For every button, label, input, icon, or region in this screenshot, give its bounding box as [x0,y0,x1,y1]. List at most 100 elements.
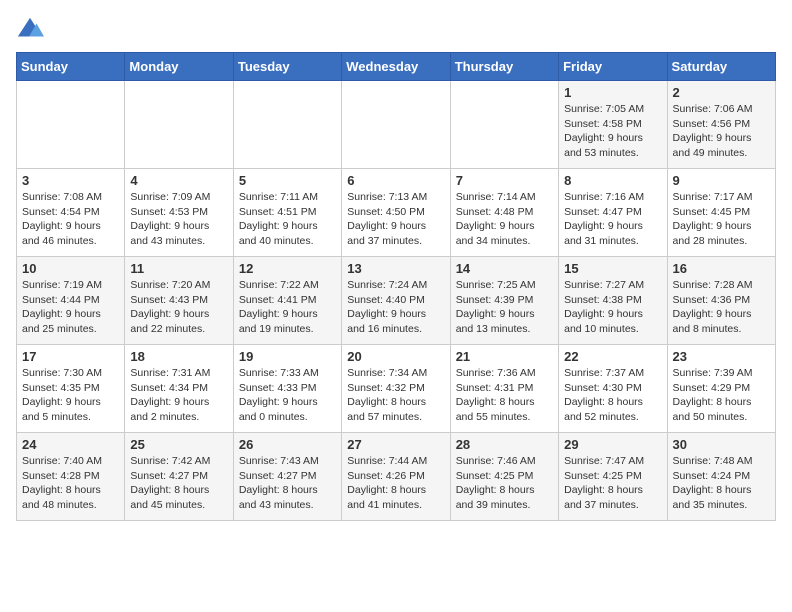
calendar-cell: 2Sunrise: 7:06 AM Sunset: 4:56 PM Daylig… [667,81,775,169]
day-number: 16 [673,261,770,276]
day-info: Sunrise: 7:27 AM Sunset: 4:38 PM Dayligh… [564,278,661,337]
day-info: Sunrise: 7:08 AM Sunset: 4:54 PM Dayligh… [22,190,119,249]
day-info: Sunrise: 7:11 AM Sunset: 4:51 PM Dayligh… [239,190,336,249]
calendar-cell: 4 Sunrise: 7:09 AM Sunset: 4:53 PM Daylig… [125,169,233,257]
day-of-week-header: Monday [125,53,233,81]
calendar-cell: 14 Sunrise: 7:25 AM Sunset: 4:39 PM Dayli… [450,257,558,345]
calendar-cell: 17Sunrise: 7:30 AM Sunset: 4:35 PM Dayli… [17,345,125,433]
calendar-cell [233,81,341,169]
calendar-cell: 11 Sunrise: 7:20 AM Sunset: 4:43 PM Dayli… [125,257,233,345]
day-info: Sunrise: 7:20 AM Sunset: 4:43 PM Dayligh… [130,278,227,337]
calendar-week: 10 Sunrise: 7:19 AM Sunset: 4:44 PM Dayli… [17,257,776,345]
calendar-cell [342,81,450,169]
calendar-week: 24 Sunrise: 7:40 AM Sunset: 4:28 PM Dayli… [17,433,776,521]
day-info: Sunrise: 7:09 AM Sunset: 4:53 PM Dayligh… [130,190,227,249]
day-info: Sunrise: 7:47 AM Sunset: 4:25 PM Dayligh… [564,454,661,513]
day-number: 10 [22,261,119,276]
day-info: Sunrise: 7:42 AM Sunset: 4:27 PM Dayligh… [130,454,227,513]
calendar-cell: 23 Sunrise: 7:39 AM Sunset: 4:29 PM Dayli… [667,345,775,433]
day-info: Sunrise: 7:33 AM Sunset: 4:33 PM Dayligh… [239,366,336,425]
day-info: Sunrise: 7:16 AM Sunset: 4:47 PM Dayligh… [564,190,661,249]
calendar-header: SundayMondayTuesdayWednesdayThursdayFrid… [17,53,776,81]
day-of-week-header: Friday [559,53,667,81]
day-number: 22 [564,349,661,364]
calendar-cell: 13 Sunrise: 7:24 AM Sunset: 4:40 PM Dayli… [342,257,450,345]
day-number: 20 [347,349,444,364]
calendar-cell: 12 Sunrise: 7:22 AM Sunset: 4:41 PM Dayli… [233,257,341,345]
day-number: 12 [239,261,336,276]
day-info: Sunrise: 7:36 AM Sunset: 4:31 PM Dayligh… [456,366,553,425]
calendar-cell: 10 Sunrise: 7:19 AM Sunset: 4:44 PM Dayli… [17,257,125,345]
day-number: 15 [564,261,661,276]
calendar-cell: 16 Sunrise: 7:28 AM Sunset: 4:36 PM Dayli… [667,257,775,345]
day-number: 5 [239,173,336,188]
day-number: 18 [130,349,227,364]
day-number: 21 [456,349,553,364]
day-number: 13 [347,261,444,276]
day-of-week-header: Thursday [450,53,558,81]
calendar-cell: 15 Sunrise: 7:27 AM Sunset: 4:38 PM Dayli… [559,257,667,345]
day-info: Sunrise: 7:31 AM Sunset: 4:34 PM Dayligh… [130,366,227,425]
day-info: Sunrise: 7:40 AM Sunset: 4:28 PM Dayligh… [22,454,119,513]
calendar-cell: 7Sunrise: 7:14 AM Sunset: 4:48 PM Daylig… [450,169,558,257]
calendar-cell: 9 Sunrise: 7:17 AM Sunset: 4:45 PM Daylig… [667,169,775,257]
day-number: 25 [130,437,227,452]
day-number: 30 [673,437,770,452]
day-info: Sunrise: 7:19 AM Sunset: 4:44 PM Dayligh… [22,278,119,337]
calendar-cell: 1Sunrise: 7:05 AM Sunset: 4:58 PM Daylig… [559,81,667,169]
calendar-cell: 20 Sunrise: 7:34 AM Sunset: 4:32 PM Dayli… [342,345,450,433]
day-info: Sunrise: 7:39 AM Sunset: 4:29 PM Dayligh… [673,366,770,425]
calendar-cell: 21 Sunrise: 7:36 AM Sunset: 4:31 PM Dayli… [450,345,558,433]
calendar-cell [17,81,125,169]
day-of-week-header: Tuesday [233,53,341,81]
day-info: Sunrise: 7:28 AM Sunset: 4:36 PM Dayligh… [673,278,770,337]
day-number: 26 [239,437,336,452]
day-number: 2 [673,85,770,100]
calendar-cell: 26 Sunrise: 7:43 AM Sunset: 4:27 PM Dayli… [233,433,341,521]
day-number: 3 [22,173,119,188]
calendar-cell: 19 Sunrise: 7:33 AM Sunset: 4:33 PM Dayli… [233,345,341,433]
calendar-cell [450,81,558,169]
day-number: 24 [22,437,119,452]
day-number: 19 [239,349,336,364]
calendar-cell: 5 Sunrise: 7:11 AM Sunset: 4:51 PM Daylig… [233,169,341,257]
calendar-cell: 30Sunrise: 7:48 AM Sunset: 4:24 PM Dayli… [667,433,775,521]
logo-icon [16,16,44,44]
calendar-cell: 22Sunrise: 7:37 AM Sunset: 4:30 PM Dayli… [559,345,667,433]
day-number: 11 [130,261,227,276]
calendar-week: 1Sunrise: 7:05 AM Sunset: 4:58 PM Daylig… [17,81,776,169]
day-info: Sunrise: 7:13 AM Sunset: 4:50 PM Dayligh… [347,190,444,249]
day-number: 14 [456,261,553,276]
day-number: 27 [347,437,444,452]
calendar-cell: 28 Sunrise: 7:46 AM Sunset: 4:25 PM Dayli… [450,433,558,521]
calendar-cell: 29 Sunrise: 7:47 AM Sunset: 4:25 PM Dayli… [559,433,667,521]
day-info: Sunrise: 7:44 AM Sunset: 4:26 PM Dayligh… [347,454,444,513]
day-info: Sunrise: 7:17 AM Sunset: 4:45 PM Dayligh… [673,190,770,249]
day-number: 4 [130,173,227,188]
calendar-week: 17Sunrise: 7:30 AM Sunset: 4:35 PM Dayli… [17,345,776,433]
day-number: 28 [456,437,553,452]
day-of-week-header: Wednesday [342,53,450,81]
day-number: 8 [564,173,661,188]
day-info: Sunrise: 7:22 AM Sunset: 4:41 PM Dayligh… [239,278,336,337]
day-number: 9 [673,173,770,188]
day-info: Sunrise: 7:25 AM Sunset: 4:39 PM Dayligh… [456,278,553,337]
calendar-cell: 6 Sunrise: 7:13 AM Sunset: 4:50 PM Daylig… [342,169,450,257]
day-number: 23 [673,349,770,364]
day-of-week-header: Saturday [667,53,775,81]
day-info: Sunrise: 7:46 AM Sunset: 4:25 PM Dayligh… [456,454,553,513]
day-info: Sunrise: 7:34 AM Sunset: 4:32 PM Dayligh… [347,366,444,425]
day-info: Sunrise: 7:24 AM Sunset: 4:40 PM Dayligh… [347,278,444,337]
calendar-cell: 24 Sunrise: 7:40 AM Sunset: 4:28 PM Dayli… [17,433,125,521]
day-info: Sunrise: 7:14 AM Sunset: 4:48 PM Dayligh… [456,190,553,249]
day-number: 29 [564,437,661,452]
calendar-cell: 18 Sunrise: 7:31 AM Sunset: 4:34 PM Dayli… [125,345,233,433]
calendar-week: 3 Sunrise: 7:08 AM Sunset: 4:54 PM Daylig… [17,169,776,257]
calendar-cell: 25 Sunrise: 7:42 AM Sunset: 4:27 PM Dayli… [125,433,233,521]
day-info: Sunrise: 7:30 AM Sunset: 4:35 PM Dayligh… [22,366,119,425]
day-number: 6 [347,173,444,188]
page-header [16,16,776,44]
day-info: Sunrise: 7:43 AM Sunset: 4:27 PM Dayligh… [239,454,336,513]
day-of-week-header: Sunday [17,53,125,81]
calendar: SundayMondayTuesdayWednesdayThursdayFrid… [16,52,776,521]
